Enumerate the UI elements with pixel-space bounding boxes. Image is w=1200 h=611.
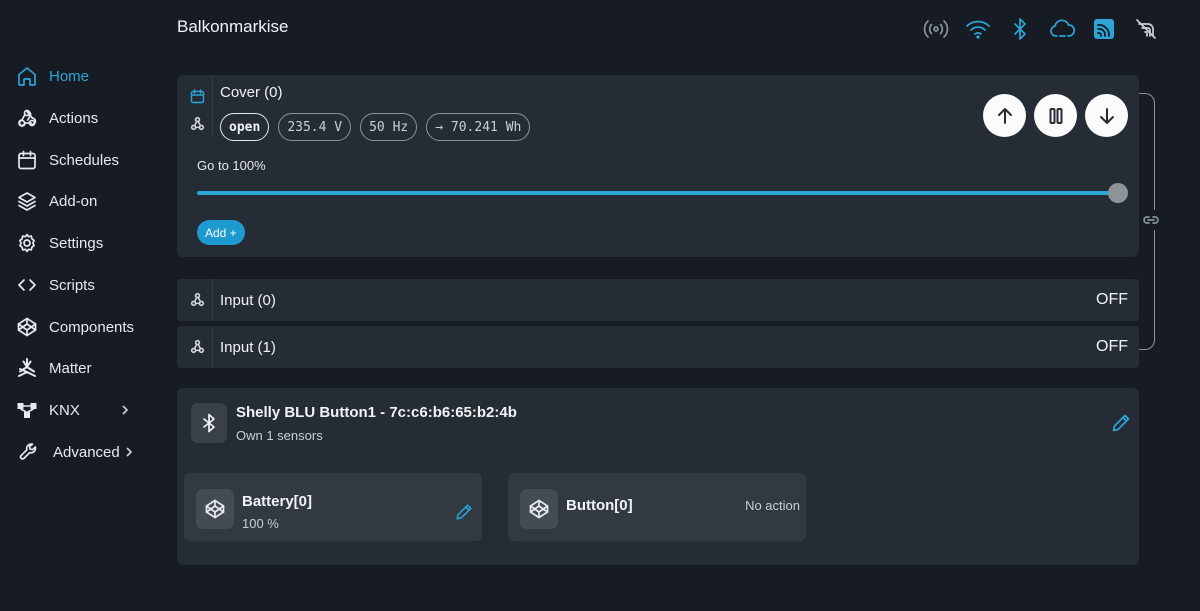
blu-device-card: Shelly BLU Button1 - 7c:c6:b6:65:b2:4b O… — [177, 388, 1139, 565]
arrow-down-icon — [1099, 107, 1114, 124]
webhook-icon[interactable] — [189, 115, 206, 132]
knx-icon — [16, 399, 38, 421]
webhook-icon[interactable] — [189, 291, 206, 308]
sidebar-item-add-on[interactable]: Add-on — [16, 186, 97, 216]
codepen-icon — [520, 489, 558, 529]
bluetooth-icon[interactable] — [1006, 16, 1034, 42]
sidebar-item-advanced[interactable]: Advanced — [16, 437, 134, 467]
codepen-icon — [16, 316, 38, 338]
sidebar-item-settings[interactable]: Settings — [16, 228, 103, 258]
pause-icon — [1049, 107, 1062, 124]
input-state: OFF — [1096, 291, 1128, 308]
sidebar-item-schedules[interactable]: Schedules — [16, 145, 119, 175]
link-icon[interactable] — [1141, 210, 1161, 230]
sidebar-item-actions[interactable]: Actions — [16, 103, 98, 133]
chevron-right-icon — [124, 447, 134, 457]
webhook-icon[interactable] — [189, 338, 206, 355]
cover-title: Cover (0) — [220, 84, 283, 101]
webhook-icon — [16, 107, 38, 129]
sidebar-item-label: Matter — [49, 359, 92, 377]
sidebar-item-label: Home — [49, 67, 90, 85]
position-slider[interactable] — [197, 183, 1128, 203]
calendar-icon[interactable] — [190, 89, 205, 104]
close-button[interactable] — [1085, 94, 1128, 137]
goto-label: Go to 100% — [197, 158, 266, 173]
code-icon — [16, 274, 38, 296]
sidebar-item-label: Actions — [49, 109, 99, 127]
codepen-icon — [196, 489, 234, 529]
bluetooth-icon — [191, 403, 227, 443]
voltage-chip: 235.4 V — [278, 113, 352, 141]
sensor-value: 100 % — [242, 516, 279, 531]
open-button[interactable] — [983, 94, 1026, 137]
matter-icon — [16, 357, 38, 379]
input-state: OFF — [1096, 338, 1128, 355]
energy-chip: → 70.241 Wh — [426, 113, 531, 141]
status-bar — [922, 16, 1160, 42]
edit-icon[interactable] — [454, 502, 474, 522]
input-gutter — [177, 279, 213, 321]
cover-card: Cover (0) open 235.4 V 50 Hz → 70.241 Wh… — [177, 75, 1139, 257]
page-title: Balkonmarkise — [177, 17, 289, 36]
broadcast-icon[interactable] — [922, 16, 950, 42]
edit-icon[interactable] — [1110, 412, 1132, 434]
sidebar-item-matter[interactable]: Matter — [16, 353, 92, 383]
sidebar-item-label: Settings — [49, 234, 104, 252]
cloud-icon[interactable] — [1048, 16, 1076, 42]
sensor-name: Battery[0] — [242, 493, 313, 510]
sidebar-item-knx[interactable]: KNX — [16, 395, 130, 425]
device-title: Shelly BLU Button1 - 7c:c6:b6:65:b2:4b — [236, 404, 517, 421]
home-icon — [16, 65, 38, 87]
slider-fill — [197, 191, 1118, 195]
sidebar-item-label: Components — [49, 318, 135, 336]
mqtt-icon[interactable] — [1090, 16, 1118, 42]
sidebar-item-scripts[interactable]: Scripts — [16, 270, 95, 300]
input-gutter — [177, 326, 213, 368]
calendar-icon — [16, 149, 38, 171]
sidebar-item-label: Schedules — [49, 151, 120, 169]
cover-gutter — [177, 75, 213, 137]
device-subtitle: Own 1 sensors — [236, 428, 323, 443]
sensor-name: Button[0] — [566, 497, 633, 514]
input-row: Input (1) OFF — [177, 326, 1139, 368]
sidebar-item-label: Add-on — [49, 192, 98, 210]
chevron-right-icon — [120, 405, 130, 415]
wrench-icon — [18, 441, 40, 463]
input-label: Input (0) — [220, 292, 276, 309]
sensor-action: No action — [745, 498, 800, 513]
state-badge: open — [220, 113, 270, 141]
gear-icon — [16, 232, 38, 254]
sidebar-item-label: KNX — [49, 401, 80, 419]
stop-button[interactable] — [1034, 94, 1077, 137]
input-row: Input (0) OFF — [177, 279, 1139, 321]
add-button[interactable]: Add + — [197, 220, 245, 245]
wifi-icon[interactable] — [964, 16, 992, 42]
arrow-up-icon — [997, 107, 1012, 124]
sensor-card: Battery[0] 100 % — [184, 473, 482, 541]
sensor-card: Button[0] No action — [508, 473, 806, 541]
input-label: Input (1) — [220, 339, 276, 356]
signal-off-icon[interactable] — [1132, 16, 1160, 42]
sidebar-item-home[interactable]: Home — [16, 61, 89, 91]
sidebar-item-label: Advanced — [53, 443, 120, 461]
sidebar-item-label: Scripts — [49, 276, 95, 294]
sidebar-item-components[interactable]: Components — [16, 312, 134, 342]
cover-chips: open 235.4 V 50 Hz → 70.241 Wh — [220, 113, 531, 141]
slider-thumb[interactable] — [1108, 183, 1128, 203]
frequency-chip: 50 Hz — [360, 113, 418, 141]
layers-icon — [16, 190, 38, 212]
